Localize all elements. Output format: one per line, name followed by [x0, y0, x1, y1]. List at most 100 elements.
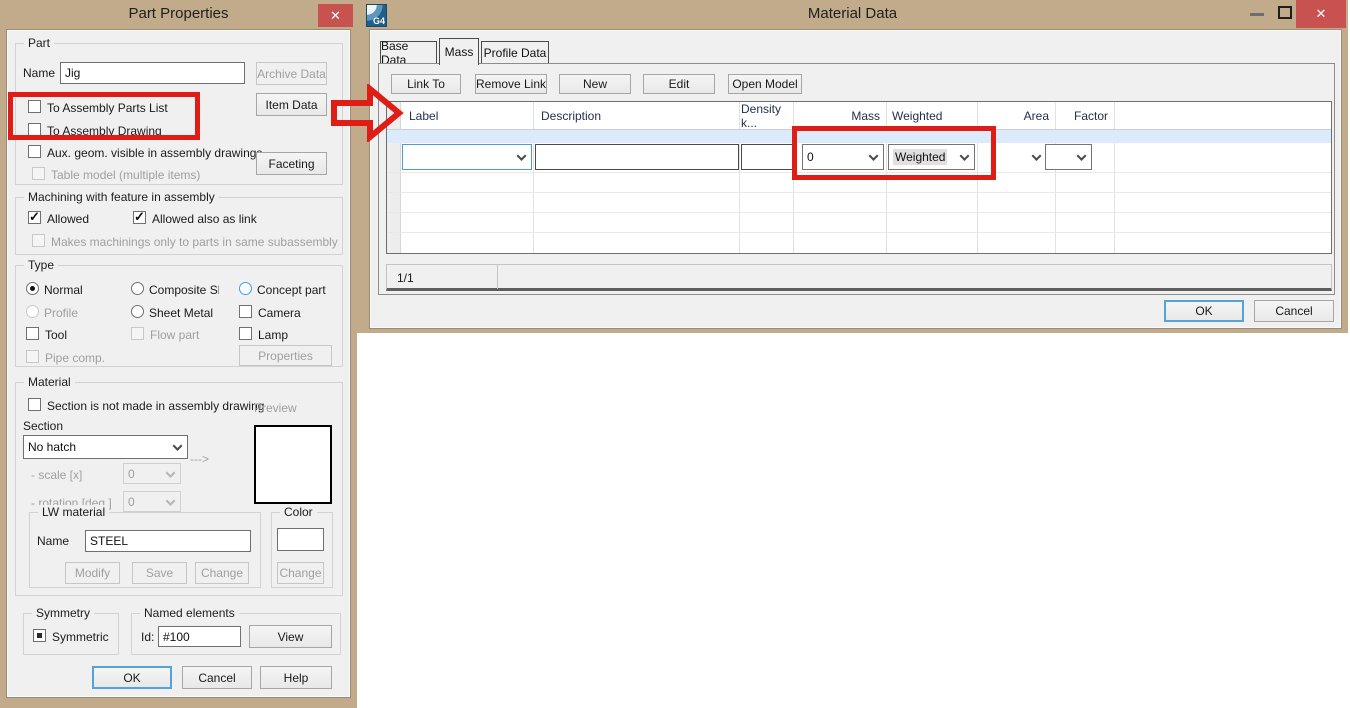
hatch-combo[interactable]: No hatch — [23, 435, 188, 459]
allowed-link-label[interactable]: Allowed also as link — [152, 212, 257, 226]
tab-mass[interactable]: Mass — [439, 38, 479, 65]
normal-label[interactable]: Normal — [44, 283, 83, 297]
camera-checkbox[interactable] — [239, 305, 252, 318]
remove-link-label: Remove Link — [476, 77, 546, 91]
allowed-label[interactable]: Allowed — [47, 212, 89, 226]
open-model-button[interactable]: Open Model — [728, 74, 802, 94]
close-icon[interactable]: ✕ — [1296, 0, 1346, 28]
link-to-button[interactable]: Link To — [391, 74, 461, 94]
close-icon[interactable]: ✕ — [318, 4, 353, 27]
concept-part-radio[interactable] — [239, 282, 252, 295]
column-header-mass[interactable]: Mass — [795, 102, 880, 130]
change-color-button: Change — [277, 562, 324, 584]
table-model-checkbox — [32, 167, 45, 180]
row-divider — [387, 232, 1331, 233]
normal-radio[interactable] — [26, 282, 39, 295]
part-name-input[interactable] — [60, 62, 245, 84]
new-button[interactable]: New — [559, 74, 631, 94]
row-divider — [387, 212, 1331, 213]
cancel-button[interactable]: Cancel — [182, 666, 252, 689]
view-button[interactable]: View — [249, 625, 332, 648]
tab-base-data[interactable]: Base Data — [380, 41, 437, 64]
to-assembly-drawing-checkbox[interactable] — [28, 123, 41, 136]
composite-sheet-label[interactable]: Composite Sheet — [149, 283, 219, 297]
density-input[interactable] — [741, 144, 793, 170]
id-label: Id: — [141, 630, 154, 644]
allowed-checkbox[interactable] — [28, 211, 41, 224]
chevron-down-icon — [1077, 151, 1087, 161]
column-header-text: Description — [541, 109, 601, 123]
composite-sheet-radio[interactable] — [131, 282, 144, 295]
help-label: Help — [284, 671, 309, 685]
tab-profile-data[interactable]: Profile Data — [481, 41, 549, 64]
camera-label[interactable]: Camera — [258, 306, 301, 320]
lamp-checkbox[interactable] — [239, 327, 252, 340]
chevron-down-icon — [166, 468, 176, 478]
weighted-combo[interactable]: Weighted — [888, 144, 975, 170]
aux-geom-checkbox[interactable] — [28, 145, 41, 158]
change-material-button: Change — [195, 562, 249, 584]
allowed-link-checkbox[interactable] — [133, 211, 146, 224]
label-combo[interactable] — [402, 144, 532, 170]
lamp-label[interactable]: Lamp — [258, 328, 288, 342]
minimize-icon[interactable] — [1250, 13, 1264, 16]
symmetric-label[interactable]: Symmetric — [52, 630, 109, 644]
column-header-text: Density k... — [741, 102, 787, 130]
color-swatch[interactable] — [277, 528, 324, 551]
window-title: Part Properties — [0, 5, 357, 22]
column-header-text: Area — [1024, 109, 1049, 123]
concept-part-label[interactable]: Concept part — [257, 283, 326, 297]
to-assembly-drawing-label[interactable]: To Assembly Drawing — [47, 124, 162, 138]
column-header-factor[interactable]: Factor — [1057, 102, 1108, 130]
help-button[interactable]: Help — [260, 666, 332, 689]
sheet-metal-radio[interactable] — [131, 305, 144, 318]
column-header-label[interactable]: Label — [409, 102, 527, 130]
scale-value: 0 — [128, 467, 135, 481]
window-title: Material Data — [357, 5, 1348, 22]
ok-button[interactable]: OK — [1164, 300, 1244, 322]
description-input[interactable] — [535, 144, 739, 170]
pager-divider — [497, 265, 498, 289]
makes-machinings-checkbox — [32, 234, 45, 247]
area-combo[interactable] — [977, 144, 1047, 170]
machining-group-label: Machining with feature in assembly — [24, 190, 219, 204]
faceting-button[interactable]: Faceting — [256, 152, 327, 175]
ok-label: OK — [1195, 304, 1212, 318]
selected-row[interactable] — [387, 130, 1331, 143]
factor-combo[interactable] — [1045, 144, 1092, 170]
pager-count: 1/1 — [397, 271, 414, 285]
arrow-label: ---> — [190, 452, 209, 466]
to-assembly-parts-list-checkbox[interactable] — [28, 100, 41, 113]
remove-link-button[interactable]: Remove Link — [475, 74, 547, 94]
maximize-icon[interactable] — [1278, 6, 1292, 19]
faceting-label: Faceting — [268, 157, 314, 171]
lw-name-input[interactable] — [85, 530, 251, 552]
cancel-button[interactable]: Cancel — [1254, 300, 1334, 322]
mass-value: 0 — [807, 150, 814, 164]
modify-label: Modify — [75, 566, 110, 580]
hatch-preview-box — [254, 425, 332, 504]
section-not-made-checkbox[interactable] — [28, 398, 41, 411]
column-header-weighted[interactable]: Weighted — [892, 102, 975, 130]
sheet-metal-label[interactable]: Sheet Metal — [149, 306, 213, 320]
ok-button[interactable]: OK — [92, 666, 172, 689]
to-assembly-parts-list-label[interactable]: To Assembly Parts List — [47, 101, 168, 115]
tool-checkbox[interactable] — [26, 327, 39, 340]
column-header-description[interactable]: Description — [541, 102, 731, 130]
section-not-made-label[interactable]: Section is not made in assembly drawing — [47, 399, 264, 413]
part-properties-window: Part Properties ✕ Part Name Archive Data… — [0, 0, 357, 708]
edit-button[interactable]: Edit — [643, 74, 715, 94]
symmetric-checkbox[interactable] — [33, 629, 46, 642]
column-header-density[interactable]: Density k... — [741, 102, 787, 130]
lw-name-label: Name — [37, 534, 69, 548]
tool-label[interactable]: Tool — [45, 328, 67, 342]
id-input[interactable] — [158, 626, 241, 647]
weighted-value: Weighted — [893, 149, 947, 165]
column-header-area[interactable]: Area — [979, 102, 1049, 130]
mass-combo[interactable]: 0 — [802, 144, 884, 170]
aux-geom-label[interactable]: Aux. geom. visible in assembly drawings — [47, 146, 262, 160]
item-data-button[interactable]: Item Data — [256, 93, 327, 116]
archive-data-label: Archive Data — [257, 67, 326, 81]
close-glyph: ✕ — [330, 8, 341, 24]
change-material-label: Change — [201, 566, 243, 580]
